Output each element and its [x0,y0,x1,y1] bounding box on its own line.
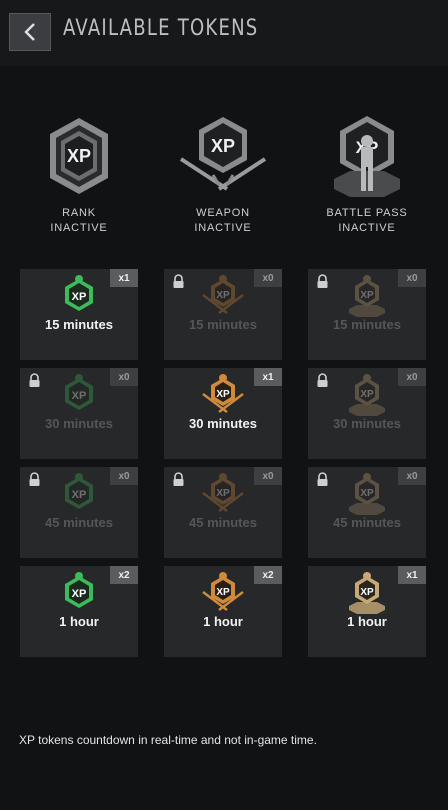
token-duration-label: 30 minutes [333,416,401,431]
token-duration-label: 30 minutes [189,416,257,431]
token-duration-label: 1 hour [59,614,99,629]
token-tile-battle-pass[interactable]: XP x0 30 minutes [308,368,426,459]
token-tile-weapon[interactable]: XP x0 15 minutes [164,269,282,360]
svg-text:XP: XP [216,488,230,499]
token-tile-rank[interactable]: XP x1 15 minutes [20,269,138,360]
token-duration-label: 30 minutes [45,416,113,431]
token-count-badge: x0 [110,368,138,386]
svg-text:XP: XP [211,136,235,156]
svg-text:XP: XP [360,587,374,598]
token-duration-label: 15 minutes [333,317,401,332]
token-duration-label: 1 hour [347,614,387,629]
token-count-badge: x2 [254,566,282,584]
header-bar: AVAILABLE TOKENS [0,0,448,66]
token-tile-weapon[interactable]: XP x1 30 minutes [164,368,282,459]
token-count-badge: x0 [110,467,138,485]
token-duration-label: 1 hour [203,614,243,629]
token-tile-battle-pass[interactable]: XP x0 15 minutes [308,269,426,360]
svg-text:XP: XP [360,389,374,400]
token-count-badge: x0 [254,269,282,287]
svg-text:XP: XP [216,587,230,598]
category-label: RANK INACTIVE [50,207,108,234]
category-label: WEAPON INACTIVE [194,207,252,234]
svg-text:XP: XP [72,291,87,303]
token-tile-battle-pass[interactable]: XP x1 1 hour [308,566,426,657]
token-duration-label: 45 minutes [189,515,257,530]
token-tile-rank[interactable]: XP x0 45 minutes [20,467,138,558]
token-tile-rank[interactable]: XP x2 1 hour [20,566,138,657]
token-duration-label: 45 minutes [333,515,401,530]
token-count-badge: x1 [110,269,138,287]
token-count-badge: x1 [254,368,282,386]
category-weapon: XP WEAPON INACTIVE [158,110,288,236]
category-battle-pass: XP BATTLE PASS INACTIVE [302,110,432,236]
svg-text:XP: XP [360,290,374,301]
token-count-badge: x0 [254,467,282,485]
svg-text:XP: XP [67,146,91,166]
token-duration-label: 45 minutes [45,515,113,530]
token-count-badge: x0 [398,467,426,485]
footer-note: XP tokens countdown in real-time and not… [19,733,317,747]
svg-text:XP: XP [72,390,87,402]
token-count-badge: x2 [110,566,138,584]
svg-text:XP: XP [216,389,230,400]
token-count-badge: x0 [398,269,426,287]
token-tile-weapon[interactable]: XP x2 1 hour [164,566,282,657]
weapon-xp-emblem-icon: XP [158,110,288,202]
token-duration-label: 15 minutes [45,317,113,332]
token-duration-label: 15 minutes [189,317,257,332]
category-label: BATTLE PASS INACTIVE [326,207,408,234]
category-rank: XP RANK INACTIVE [14,110,144,236]
svg-text:XP: XP [72,588,87,600]
chevron-left-icon [24,23,35,41]
token-count-badge: x0 [398,368,426,386]
svg-text:XP: XP [216,290,230,301]
back-button[interactable] [9,13,51,51]
token-count-badge: x1 [398,566,426,584]
rank-xp-emblem-icon: XP [14,110,144,202]
battlepass-xp-emblem-icon: XP [302,110,432,202]
token-tile-weapon[interactable]: XP x0 45 minutes [164,467,282,558]
token-tile-rank[interactable]: XP x0 30 minutes [20,368,138,459]
page-title: AVAILABLE TOKENS [63,16,259,41]
svg-text:XP: XP [360,488,374,499]
token-tile-battle-pass[interactable]: XP x0 45 minutes [308,467,426,558]
svg-text:XP: XP [72,489,87,501]
